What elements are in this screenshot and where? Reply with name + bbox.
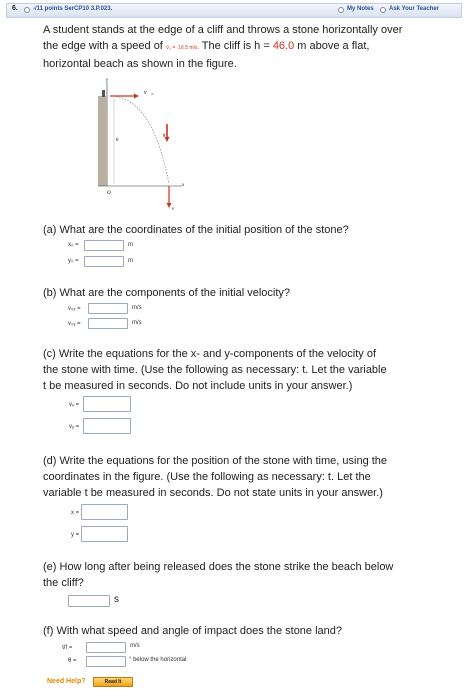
v0x-label: v₀ₓ = (68, 306, 81, 312)
points-label: -/11 points SerCP10 3.P.023. (33, 6, 113, 12)
x0-input[interactable] (84, 240, 124, 251)
y0-input[interactable] (84, 256, 124, 267)
expand-icon[interactable] (24, 7, 30, 13)
vy-label: vᵧ = (69, 424, 80, 430)
cliff (98, 96, 107, 186)
origin-label: O (107, 191, 111, 196)
y0-label: y₀ = (68, 258, 79, 264)
h-label: h (116, 138, 119, 143)
trajectory (109, 95, 170, 185)
part-b-question: (b) What are the components of the initi… (43, 287, 291, 299)
x0-unit: m (128, 242, 133, 248)
part-c-question: (c) Write the equations for the x- and y… (43, 348, 387, 392)
problem-line-3: horizontal beach as shown in the figure. (43, 58, 237, 70)
question-header: 6. -/11 points SerCP10 3.P.023. My Notes… (6, 3, 462, 18)
part-f-question: (f) With what speed and angle of impact … (43, 625, 343, 637)
problem-line-2: the edge with a speed of v⃗₀ = 16.5 m/s.… (43, 40, 370, 52)
v0x-unit: m/s (132, 305, 142, 311)
part-e-question: (e) How long after being released does t… (43, 561, 394, 589)
theta-unit: ° below the horizontal (129, 657, 187, 663)
x-position-input[interactable] (81, 504, 128, 520)
vy-input[interactable] (83, 418, 131, 434)
h-value: 46.0 (272, 40, 295, 52)
need-help-label: Need Help? (47, 678, 86, 685)
vf-unit: m/s (130, 643, 140, 649)
x0-label: x₀ = (68, 242, 79, 248)
question-number: 6. (12, 5, 18, 12)
v0x-input[interactable] (88, 303, 128, 314)
vx-label: vₓ = (69, 402, 80, 408)
y-position-input[interactable] (81, 526, 128, 542)
x-position-label: x = (71, 510, 80, 516)
v0y-input[interactable] (88, 318, 128, 329)
cliff-figure: y v⃗₀ g⃗ h O x v⃗ (98, 78, 185, 212)
v0y-label: v₀ᵧ = (68, 321, 81, 327)
v0-value: 16.5 m/s. (178, 45, 199, 51)
part-a-question: (a) What are the coordinates of the init… (43, 224, 349, 236)
vf-label: v⃗f = (62, 645, 73, 651)
my-notes-link[interactable]: My Notes (347, 6, 374, 12)
v-final-label: v⃗ (172, 207, 178, 212)
g-label: g⃗ (163, 133, 169, 138)
theta-input[interactable] (86, 656, 126, 667)
read-it-button[interactable]: Read It (93, 677, 133, 687)
x-axis-label: x (181, 183, 185, 188)
time-input[interactable] (68, 595, 110, 607)
v0-symbol: v⃗₀ = (165, 45, 176, 51)
problem-statement: A student stands at the edge of a cliff … (43, 22, 453, 72)
part-d-question: (d) Write the equations for the position… (43, 455, 388, 499)
y-axis-label: y (105, 78, 109, 83)
ask-teacher-link[interactable]: Ask Your Teacher (389, 6, 439, 12)
v0-label: v⃗₀ (144, 90, 153, 96)
student (102, 90, 105, 97)
vf-input[interactable] (86, 642, 126, 653)
y-position-label: y = (71, 532, 80, 538)
notes-icon (338, 7, 344, 13)
time-unit: s (114, 594, 119, 605)
problem-line-1: A student stands at the edge of a cliff … (43, 24, 403, 36)
vx-input[interactable] (83, 396, 131, 412)
ask-teacher-icon (380, 7, 386, 13)
v0y-unit: m/s (132, 320, 142, 326)
y0-unit: m (128, 258, 133, 264)
theta-label: θ = (68, 658, 77, 664)
